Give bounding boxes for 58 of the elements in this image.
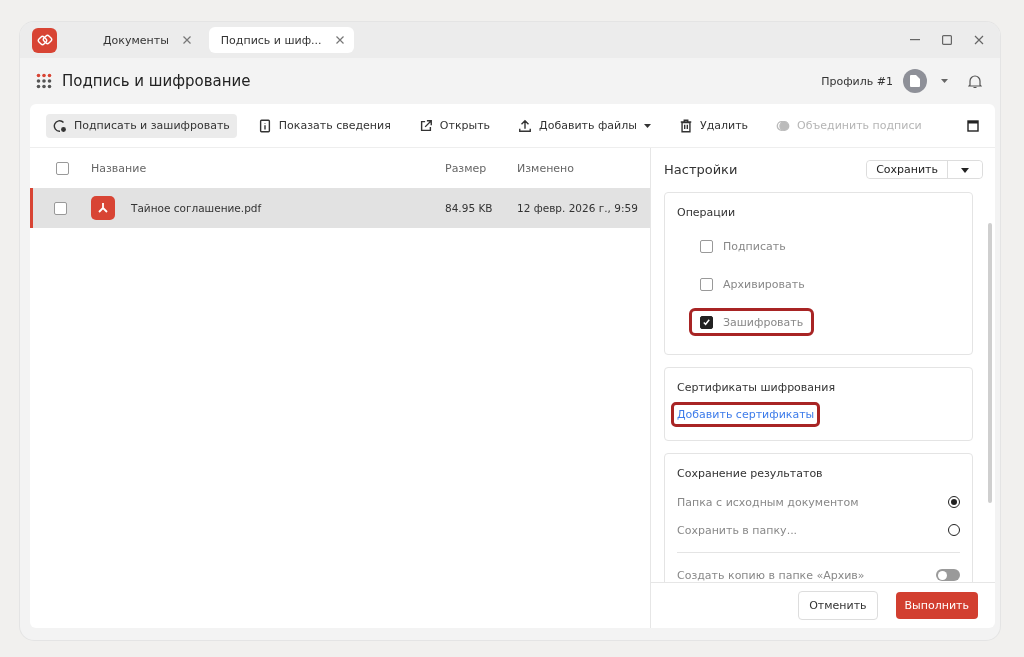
upload-icon bbox=[518, 118, 533, 133]
toolbar-button[interactable]: Удалить bbox=[672, 113, 756, 138]
pdf-icon bbox=[91, 196, 115, 220]
profile-name: Профиль #1 bbox=[821, 74, 893, 88]
trash-icon bbox=[679, 118, 693, 133]
apps-grid-icon[interactable] bbox=[36, 73, 52, 89]
run-button[interactable]: Выполнить bbox=[895, 592, 978, 619]
settings-title: Настройки bbox=[664, 162, 738, 177]
column-header[interactable]: Название bbox=[91, 161, 445, 175]
caret-icon bbox=[961, 168, 969, 173]
file-name: Тайное соглашение.pdf bbox=[130, 202, 263, 214]
close-icon[interactable] bbox=[974, 35, 984, 45]
option-label: Создать копию в папке «Архив» bbox=[677, 568, 865, 582]
modified-date: 12 февр. 2026 г., 9:59 bbox=[517, 202, 639, 214]
option-label: Сохранить в папку... bbox=[677, 523, 798, 537]
maximize-icon[interactable] bbox=[942, 35, 952, 45]
column-header[interactable]: Изменено bbox=[517, 161, 650, 175]
signature-icon bbox=[53, 118, 67, 133]
panel-icon[interactable] bbox=[967, 119, 979, 132]
row-checkbox[interactable] bbox=[54, 201, 67, 215]
scrollbar[interactable] bbox=[988, 223, 992, 503]
file-row[interactable]: Тайное соглашение.pdf 84.95 KB 12 февр. 2026 г., 9:59 bbox=[30, 188, 650, 228]
tab[interactable]: Документы bbox=[83, 27, 201, 53]
checkbox[interactable] bbox=[700, 239, 713, 253]
info-icon bbox=[257, 118, 272, 133]
toolbar-button[interactable]: Показать сведения bbox=[250, 113, 398, 138]
overlap-circles-icon bbox=[776, 118, 791, 133]
section-title: Операции bbox=[677, 206, 737, 219]
section-title: Сертификаты шифрования bbox=[677, 381, 837, 394]
app-logo bbox=[32, 27, 57, 53]
close-icon[interactable] bbox=[182, 36, 191, 44]
file-size: 84.95 KB bbox=[445, 202, 494, 214]
option-label: Папка с исходным документом bbox=[677, 495, 859, 509]
avatar[interactable] bbox=[903, 69, 927, 93]
minimize-icon[interactable] bbox=[910, 39, 920, 41]
caret-icon bbox=[644, 123, 651, 128]
external-link-icon bbox=[418, 118, 433, 133]
column-header[interactable]: Размер bbox=[445, 161, 517, 175]
toolbar-button[interactable]: Добавить файлы bbox=[511, 113, 658, 138]
operation-option[interactable]: Зашифровать bbox=[689, 308, 815, 336]
checkbox[interactable] bbox=[700, 277, 713, 291]
add-certificates-link[interactable]: Добавить сертификаты bbox=[671, 402, 821, 427]
close-icon[interactable] bbox=[335, 36, 344, 44]
cancel-button[interactable]: Отменить bbox=[798, 591, 878, 620]
checkbox[interactable] bbox=[700, 315, 713, 329]
toolbar-button[interactable]: Подписать и зашифровать bbox=[46, 113, 237, 138]
toggle-switch[interactable] bbox=[936, 569, 960, 581]
toolbar-button[interactable]: Открыть bbox=[411, 113, 498, 138]
save-button[interactable]: Сохранить bbox=[867, 161, 948, 178]
select-all-checkbox[interactable] bbox=[55, 161, 69, 175]
caret-icon[interactable] bbox=[941, 79, 948, 83]
tab[interactable]: Подпись и шиф... bbox=[208, 27, 354, 53]
page-title: Подпись и шифрование bbox=[62, 72, 251, 90]
operation-option[interactable]: Архивировать bbox=[689, 270, 816, 298]
section-title: Сохранение результатов bbox=[677, 467, 824, 480]
operation-option[interactable]: Подписать bbox=[689, 232, 797, 260]
check-icon bbox=[702, 317, 711, 327]
bell-icon[interactable] bbox=[968, 73, 982, 89]
